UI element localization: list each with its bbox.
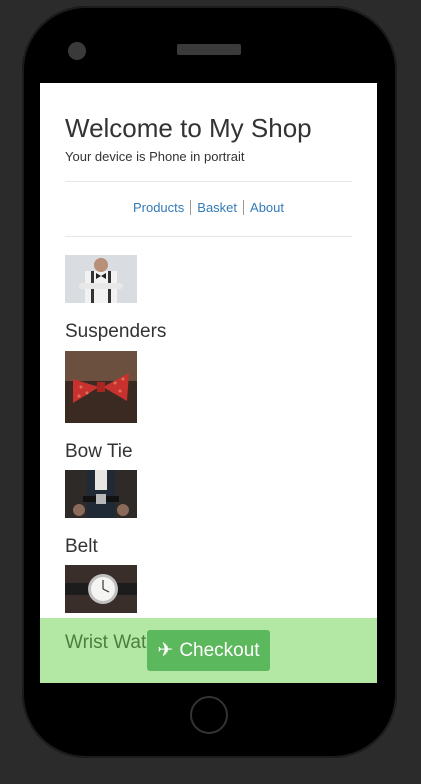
divider — [65, 236, 352, 237]
product-item[interactable]: Suspenders — [65, 255, 352, 342]
product-name: Belt — [65, 536, 98, 557]
suspenders-image[interactable] — [65, 255, 137, 303]
nav-products-link[interactable]: Products — [127, 200, 190, 215]
home-button[interactable] — [190, 696, 228, 734]
nav-about-link[interactable]: About — [243, 200, 290, 215]
device-info: Your device is Phone in portrait — [65, 149, 245, 164]
product-name: Wrist Wat — [65, 632, 147, 653]
screen: Welcome to My Shop Your device is Phone … — [40, 83, 377, 683]
bow-tie-image[interactable] — [65, 351, 137, 423]
product-item[interactable]: Belt — [65, 470, 352, 557]
belt-image[interactable] — [65, 470, 137, 518]
airplane-icon: ✈ — [157, 640, 174, 661]
camera-icon — [68, 42, 86, 60]
speaker-grille — [177, 44, 241, 55]
wrist-watch-image[interactable] — [65, 565, 137, 613]
checkout-label: Checkout — [179, 639, 260, 661]
checkout-button[interactable]: ✈ Checkout — [147, 630, 270, 671]
product-item[interactable] — [65, 565, 352, 613]
product-name: Suspenders — [65, 321, 167, 342]
product-item[interactable]: Bow Tie — [65, 351, 352, 462]
nav-basket-link[interactable]: Basket — [190, 200, 243, 215]
checkout-bar: Wrist Wat ✈ Checkout — [40, 618, 377, 683]
main-nav: Products Basket About — [65, 200, 352, 215]
product-name: Bow Tie — [65, 441, 133, 462]
divider — [65, 181, 352, 182]
page-title: Welcome to My Shop — [65, 113, 312, 143]
